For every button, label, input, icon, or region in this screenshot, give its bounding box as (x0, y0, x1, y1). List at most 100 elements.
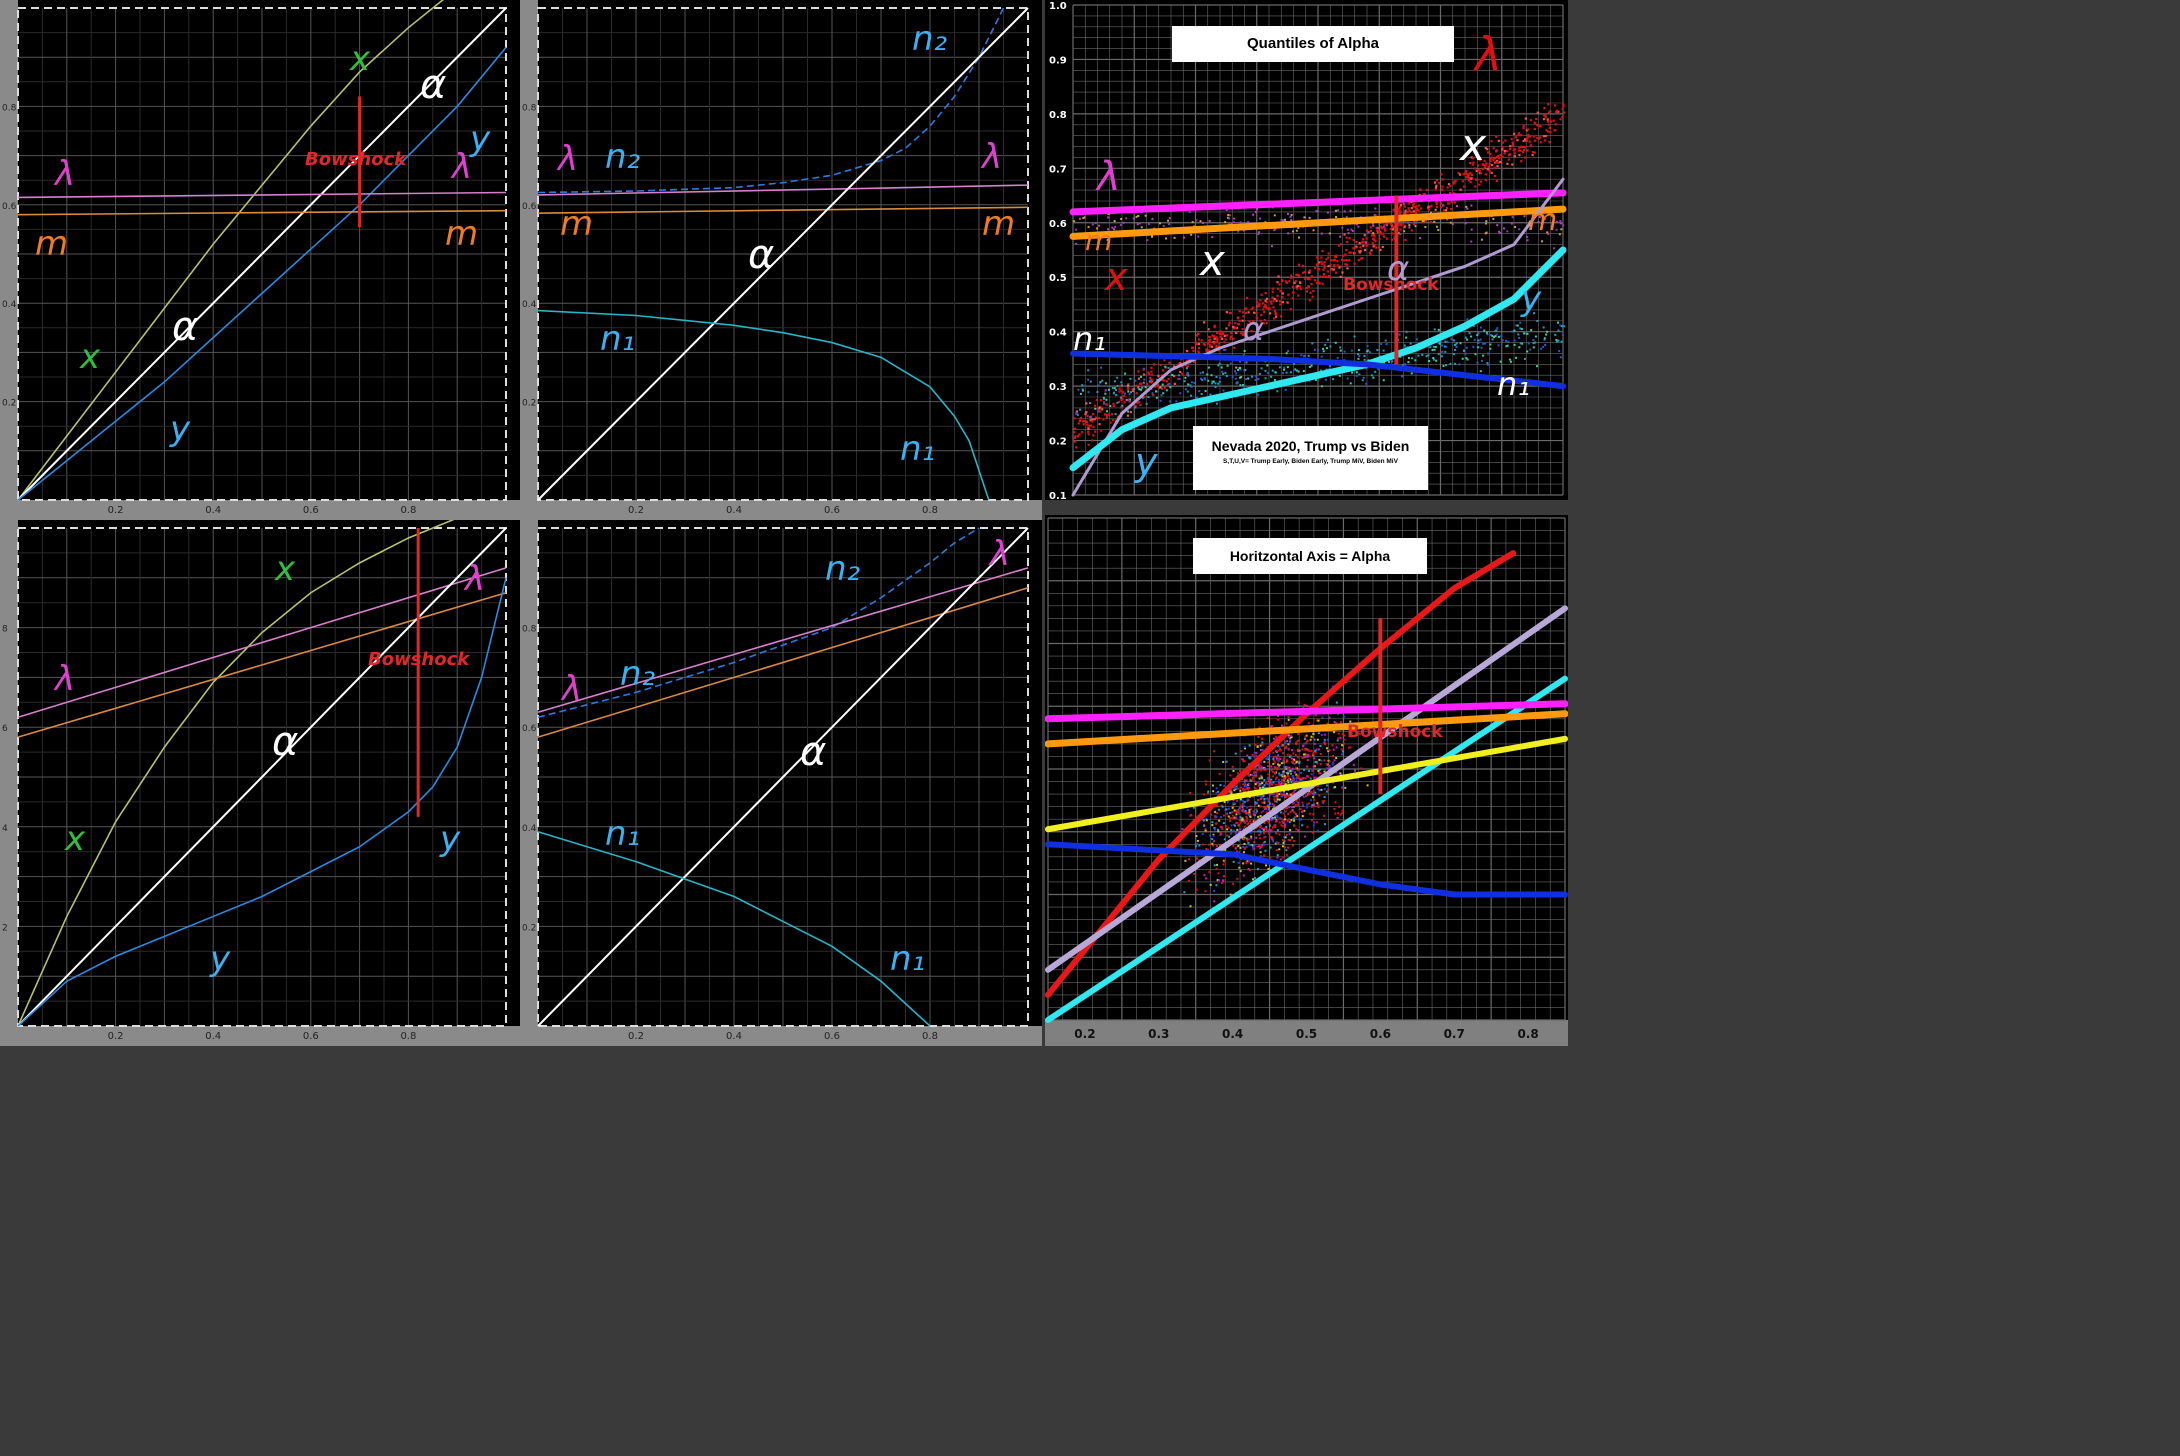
scatter-point (1254, 743, 1257, 746)
scatter-point-magenta (1502, 227, 1505, 230)
scatter-point-blue (1554, 333, 1557, 336)
scatter-point-blue (1081, 384, 1084, 387)
scatter-point (1282, 760, 1285, 763)
scatter-point (1243, 785, 1246, 788)
scatter-point-red (1238, 310, 1241, 313)
scatter-point-red (1225, 327, 1228, 330)
scatter-point (1251, 778, 1254, 781)
scatter-point-blue (1236, 382, 1239, 385)
alpha-handwritten-label: α (272, 719, 298, 765)
scatter-point (1280, 762, 1283, 765)
scatter-point-blue (1266, 364, 1269, 367)
scatter-point (1215, 812, 1218, 815)
scatter-point-blue (1433, 348, 1436, 351)
scatter-point-magenta (1434, 208, 1437, 211)
scatter-point-red (1149, 376, 1152, 380)
scatter-point (1316, 802, 1319, 805)
scatter-point-red (1522, 126, 1525, 130)
scatter-point-blue (1221, 370, 1224, 373)
scatter-point-red (1080, 431, 1083, 434)
lambda-handwritten-label: λ (560, 669, 582, 709)
scatter-point-blue (1519, 327, 1522, 330)
scatter-point-red (1501, 155, 1504, 158)
scatter-point-red (1077, 422, 1080, 425)
scatter-point (1270, 769, 1273, 772)
scatter-point-red (1487, 151, 1490, 154)
scatter-point-blue (1115, 389, 1118, 392)
scatter-point-blue (1145, 402, 1148, 405)
scatter-point (1193, 872, 1196, 875)
y-tick-label: 0.8 (522, 103, 537, 113)
scatter-point (1276, 793, 1279, 796)
scatter-point (1339, 772, 1342, 775)
scatter-point-magenta (1290, 213, 1293, 216)
scatter-point (1184, 859, 1187, 862)
scatter-point-magenta (1173, 236, 1176, 239)
scatter-point-blue (1098, 406, 1101, 409)
scatter-point-blue (1102, 397, 1105, 400)
scatter-point-red (1263, 305, 1266, 309)
scatter-point-blue (1143, 378, 1146, 381)
scatter-point-blue (1449, 362, 1452, 365)
scatter-point (1326, 738, 1329, 741)
scatter-point-blue (1363, 354, 1366, 357)
scatter-point-blue (1425, 355, 1428, 358)
scatter-point-blue (1326, 347, 1329, 350)
scatter-point-blue (1120, 381, 1123, 384)
n2-handwritten-label: n₂ (605, 137, 641, 177)
scatter-point-red (1135, 392, 1138, 395)
scatter-point (1340, 753, 1343, 756)
scatter-point-red (1237, 322, 1240, 326)
scatter-point (1265, 828, 1268, 831)
scatter-point-blue (1428, 360, 1431, 363)
bowshock-label: Bowshock (305, 149, 407, 170)
scatter-point-blue (1229, 362, 1232, 365)
scatter-point (1291, 808, 1294, 811)
scatter-point (1267, 803, 1270, 806)
scatter-point (1297, 732, 1300, 735)
scatter-point (1319, 762, 1322, 765)
scatter-point-blue (1384, 339, 1387, 342)
scatter-point-blue (1351, 371, 1354, 374)
scatter-point (1237, 787, 1240, 790)
x-tick-label: 0.2 (628, 1031, 644, 1042)
scatter-point-red (1504, 139, 1507, 142)
scatter-point (1236, 828, 1239, 831)
scatter-point (1312, 790, 1315, 793)
scatter-point-red (1495, 179, 1499, 183)
scatter-point-blue (1215, 402, 1218, 405)
y-tick-label: 0.4 (2, 300, 17, 310)
scatter-point-blue (1477, 342, 1480, 345)
scatter-point-blue (1482, 342, 1485, 345)
scatter-point-blue (1243, 369, 1246, 372)
scatter-point-red (1554, 104, 1557, 107)
scatter-point (1247, 799, 1250, 802)
scatter-point-blue (1079, 408, 1082, 411)
scatter-point-blue (1462, 349, 1465, 352)
scatter-point-blue (1134, 379, 1137, 382)
scatter-point (1243, 820, 1246, 823)
scatter-point (1255, 771, 1258, 774)
scatter-point-blue (1405, 330, 1408, 333)
scatter-point-blue (1096, 410, 1099, 413)
scatter-point (1319, 745, 1322, 748)
scatter-point (1309, 799, 1312, 802)
scatter-point-red (1342, 254, 1345, 257)
scatter-point-red (1272, 287, 1275, 290)
scatter-point-blue (1257, 393, 1260, 396)
scatter-point (1341, 744, 1344, 747)
scatter-point (1291, 749, 1294, 752)
scatter-point (1288, 806, 1291, 809)
scatter-point (1230, 817, 1233, 820)
scatter-point-red (1152, 363, 1156, 366)
scatter-point-blue (1322, 347, 1325, 350)
scatter-point-blue (1376, 348, 1379, 351)
scatter-point (1296, 769, 1299, 772)
scatter-point-blue (1486, 352, 1489, 355)
scatter-point-red (1379, 232, 1383, 235)
scatter-point (1333, 721, 1336, 724)
nevada-note: S,T,U,V= Trump Early, Biden Early, Trump… (1223, 458, 1398, 465)
scatter-point (1343, 738, 1346, 741)
scatter-point-blue (1353, 335, 1356, 338)
y-handwritten-label: y (209, 939, 231, 979)
